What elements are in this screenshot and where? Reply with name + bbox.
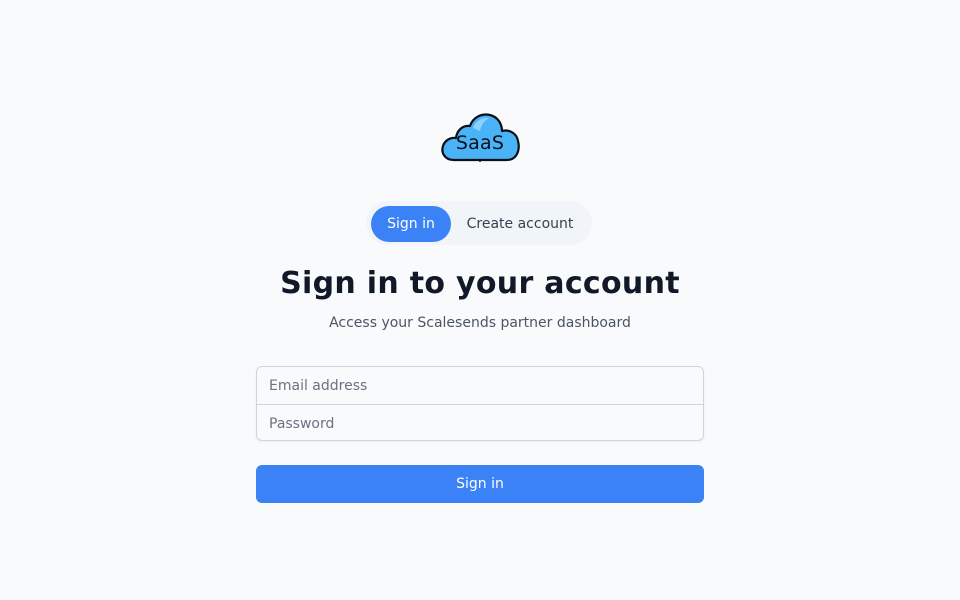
email-field[interactable] xyxy=(257,367,703,404)
logo-text: SaaS xyxy=(455,132,505,154)
sign-in-button[interactable]: Sign in xyxy=(256,465,704,503)
tab-create-account[interactable]: Create account xyxy=(454,206,586,242)
page-subtitle: Access your Scalesends partner dashboard xyxy=(329,315,631,331)
brand-logo: SaaS xyxy=(440,112,522,164)
password-field[interactable] xyxy=(257,405,703,440)
auth-tabs: Sign in Create account xyxy=(366,201,592,245)
credentials-field-group xyxy=(256,366,704,441)
tab-sign-in[interactable]: Sign in xyxy=(371,206,451,242)
page-title: Sign in to your account xyxy=(280,266,680,301)
